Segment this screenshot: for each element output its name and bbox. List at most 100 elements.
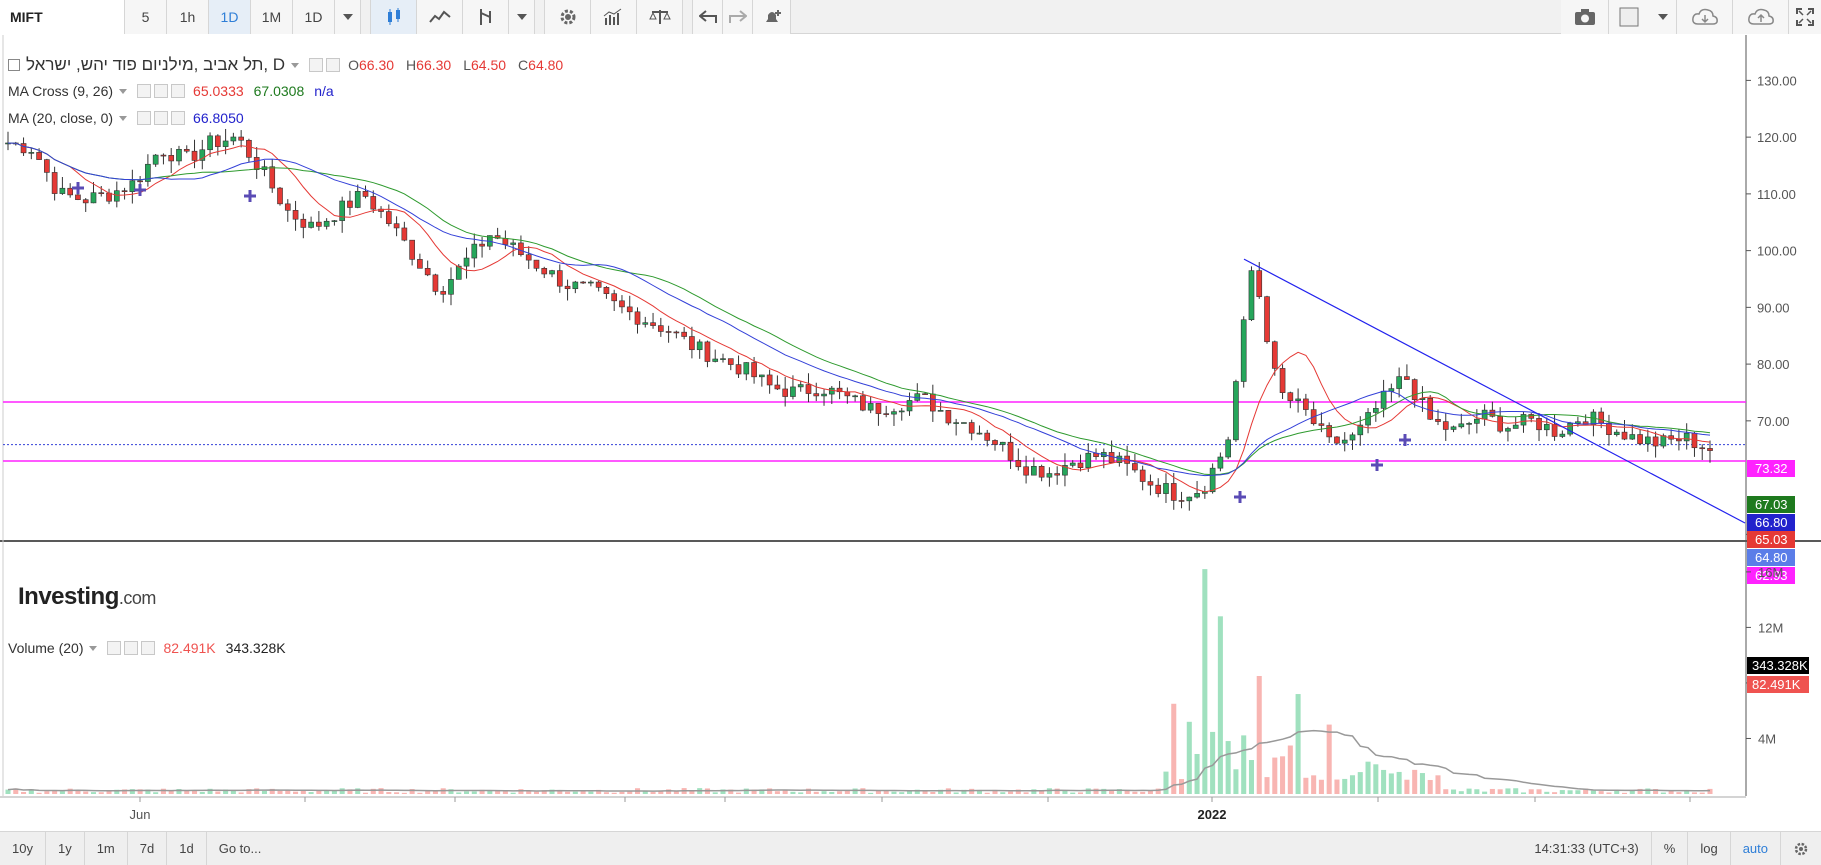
screenshot-button[interactable] <box>1561 0 1609 34</box>
visibility-icon[interactable] <box>309 58 324 72</box>
chart-canvas[interactable]: 130.00120.00110.00100.0090.0080.0070.005… <box>0 35 1821 831</box>
candle-body <box>215 135 221 147</box>
settings-icon[interactable] <box>154 111 169 125</box>
candle-body <box>790 386 796 397</box>
candle-body <box>1466 423 1472 425</box>
auto-toggle[interactable]: auto <box>1731 831 1781 865</box>
interval-1h-button[interactable]: 1h <box>167 0 209 34</box>
close-icon[interactable] <box>171 84 186 98</box>
volume-bar <box>1528 789 1534 794</box>
bottom-toolbar: 10y 1y 1m 7d 1d Go to... 14:31:33 (UTC+3… <box>0 831 1821 865</box>
drawing-tools-button[interactable] <box>463 0 509 34</box>
goto-button[interactable]: Go to... <box>207 832 274 865</box>
volume-bar <box>1458 791 1464 794</box>
candle-body <box>1621 431 1628 440</box>
settings-icon[interactable] <box>154 84 169 98</box>
visibility-icon[interactable] <box>107 641 122 655</box>
chevron-down-icon[interactable] <box>119 115 128 121</box>
candle-body <box>1217 456 1224 469</box>
chevron-down-icon[interactable] <box>89 645 98 651</box>
candle-body <box>852 395 858 398</box>
interval-dropdown-button[interactable] <box>335 0 361 34</box>
candle-body <box>727 358 734 365</box>
visibility-icon[interactable] <box>137 111 152 125</box>
range-7d-button[interactable]: 7d <box>128 831 168 865</box>
interval-custom-button[interactable]: 1D <box>293 0 335 34</box>
volume-bar <box>611 792 617 794</box>
compare-button[interactable] <box>637 0 683 34</box>
save-layout-button[interactable] <box>1733 0 1789 34</box>
volume-bar <box>1699 792 1705 794</box>
candle-body <box>1505 428 1511 432</box>
volume-bar <box>1326 724 1332 794</box>
undo-button[interactable] <box>693 0 723 34</box>
volume-bar <box>1334 779 1340 794</box>
volume-bar <box>199 791 205 794</box>
volume-bar <box>1544 791 1550 794</box>
interval-1m-button[interactable]: 1M <box>251 0 293 34</box>
candle-body <box>1023 466 1029 476</box>
settings-icon[interactable] <box>326 58 341 72</box>
interval-1d-button[interactable]: 1D <box>209 0 251 34</box>
volume-label-text: 82.491K <box>1752 677 1801 692</box>
ma-cross-legend: MA Cross (9, 26) 65.0333 67.0308 n/a <box>8 83 334 99</box>
volume-bar <box>1054 788 1060 794</box>
price-label-text: 73.32 <box>1755 461 1788 476</box>
candle-body <box>1380 390 1387 409</box>
close-icon[interactable] <box>141 641 156 655</box>
volume-label: Volume (20) <box>8 640 84 656</box>
candle-body <box>20 143 27 154</box>
indicators-button[interactable] <box>591 0 637 34</box>
load-layout-button[interactable] <box>1677 0 1733 34</box>
toolbar-spacer <box>791 0 1561 33</box>
chevron-down-icon[interactable] <box>119 88 128 94</box>
range-1y-button[interactable]: 1y <box>46 831 85 865</box>
alert-button[interactable] <box>753 0 791 34</box>
candle-body <box>665 331 672 333</box>
redo-button[interactable] <box>723 0 753 34</box>
volume-bar <box>1248 760 1254 794</box>
volume-bar <box>1373 764 1379 794</box>
volume-bar <box>743 788 749 794</box>
settings-button[interactable] <box>545 0 591 34</box>
close-icon[interactable] <box>171 111 186 125</box>
candle-body <box>992 440 998 445</box>
cloud-upload-icon <box>1747 8 1774 25</box>
visibility-icon[interactable] <box>137 84 152 98</box>
volume-bar <box>1062 790 1068 794</box>
line-chart-button[interactable] <box>417 0 463 34</box>
interval-5-button[interactable]: 5 <box>125 0 167 34</box>
volume-bar <box>1520 792 1527 794</box>
y-tick-label: 130.00 <box>1757 73 1797 88</box>
volume-bar <box>184 790 190 794</box>
volume-bar <box>1171 703 1177 794</box>
candle-body <box>860 395 866 411</box>
collapse-icon[interactable] <box>8 59 20 71</box>
color-dropdown-button[interactable] <box>1649 0 1677 34</box>
volume-value-1: 82.491K <box>163 640 216 656</box>
volume-bar <box>1093 788 1099 794</box>
candle-body <box>1645 436 1651 445</box>
chart-settings-button[interactable] <box>1781 832 1821 865</box>
symbol-input[interactable]: MIFT <box>0 0 125 34</box>
settings-icon[interactable] <box>124 641 139 655</box>
volume-label: 82.491K <box>1747 676 1809 693</box>
log-toggle[interactable]: log <box>1688 831 1731 865</box>
range-1d-button[interactable]: 1d <box>167 831 207 865</box>
range-1m-button[interactable]: 1m <box>85 831 128 865</box>
percent-toggle[interactable]: % <box>1652 831 1689 865</box>
volume-bar <box>1241 735 1247 794</box>
chevron-down-icon[interactable] <box>291 62 300 68</box>
drawing-dropdown-button[interactable] <box>509 0 535 34</box>
candles-chart-button[interactable] <box>371 0 417 34</box>
range-10y-button[interactable]: 10y <box>0 831 46 865</box>
vol-tick-label: 4M <box>1758 731 1776 746</box>
volume-bar <box>90 792 97 794</box>
volume-bar <box>1707 788 1713 794</box>
candle-body <box>813 393 820 397</box>
color-picker-button[interactable] <box>1609 0 1649 34</box>
fullscreen-button[interactable] <box>1789 0 1821 34</box>
close-label: C <box>518 57 529 73</box>
volume-bar <box>1178 779 1185 794</box>
volume-bar <box>1606 792 1612 794</box>
